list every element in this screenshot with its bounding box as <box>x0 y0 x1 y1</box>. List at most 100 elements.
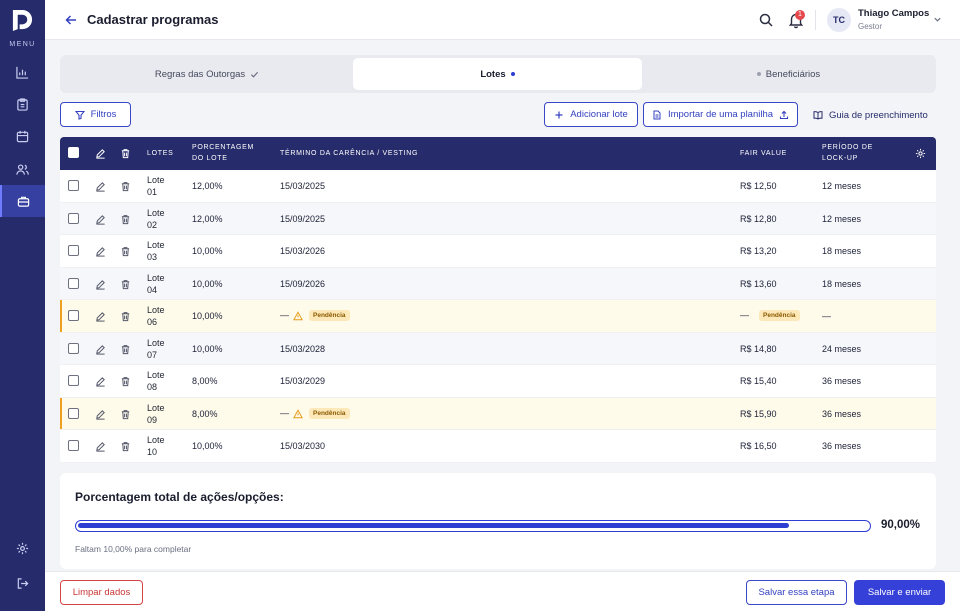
row-checkbox[interactable] <box>68 277 79 289</box>
briefcase-icon <box>17 196 30 207</box>
table-row[interactable]: Lote 03 10,00% 15/03/2026 R$ 13,20 18 meses <box>60 235 936 268</box>
save-and-send-button[interactable]: Salvar e enviar <box>854 580 945 605</box>
settings-icon <box>16 542 29 554</box>
column-header-fair-value: FAIR VALUE <box>740 150 787 157</box>
table-row[interactable]: Lote 07 10,00% 15/03/2028 R$ 14,80 24 meses <box>60 332 936 365</box>
trash-icon[interactable] <box>120 409 131 420</box>
edit-icon[interactable] <box>95 376 106 387</box>
vesting-empty: — <box>280 310 289 320</box>
row-checkbox[interactable] <box>68 407 79 419</box>
add-lot-button[interactable]: Adicionar lote <box>544 102 638 127</box>
trash-icon[interactable] <box>120 214 131 225</box>
filters-button[interactable]: Filtros <box>60 102 131 127</box>
trash-icon[interactable] <box>120 376 131 387</box>
lot-percentage: 12,00% <box>192 181 223 191</box>
table-row[interactable]: Lote 01 12,00% 15/03/2025 R$ 12,50 12 meses <box>60 170 936 203</box>
edit-icon[interactable] <box>95 279 106 290</box>
lockup-period: 36 meses <box>822 408 862 419</box>
lot-name: Lote 01 <box>147 175 165 197</box>
fair-value: R$ 15,40 <box>740 376 777 386</box>
nav-item-dashboard[interactable] <box>0 56 45 88</box>
avatar[interactable]: TC <box>827 8 851 32</box>
lockup-period: 36 meses <box>822 376 862 386</box>
total-percentage-title: Porcentagem total de ações/opções: <box>75 490 284 504</box>
bar-chart-icon <box>16 66 29 79</box>
clear-data-button[interactable]: Limpar dados <box>60 580 143 605</box>
filters-label: Filtros <box>90 109 117 120</box>
nav-item-calendar[interactable] <box>0 120 45 152</box>
edit-icon[interactable] <box>95 311 106 322</box>
fair-value-empty: — <box>740 310 749 320</box>
import-spreadsheet-button[interactable]: Importar de uma planilha <box>643 102 798 127</box>
column-header-lockup: PERÍODO DE LOCK-UP <box>822 144 873 162</box>
nav-item-portfolio[interactable] <box>0 185 45 217</box>
search-icon[interactable] <box>758 12 774 28</box>
lockup-period: — <box>822 311 831 321</box>
nav-item-programs[interactable] <box>0 88 45 120</box>
progress-value: 90,00% <box>881 519 921 531</box>
trash-icon[interactable] <box>120 246 131 257</box>
lockup-period: 36 meses <box>822 441 862 451</box>
row-checkbox[interactable] <box>68 180 79 191</box>
row-checkbox[interactable] <box>68 342 79 354</box>
row-checkbox[interactable] <box>68 310 79 321</box>
trash-icon[interactable] <box>120 279 131 290</box>
guide-link[interactable]: Guia de preenchimento <box>813 108 928 122</box>
row-checkbox[interactable] <box>68 440 79 451</box>
save-step-button[interactable]: Salvar essa etapa <box>746 580 847 605</box>
lockup-period: 12 meses <box>822 181 862 191</box>
table-row[interactable]: Lote 08 8,00% 15/03/2029 R$ 15,40 36 meses <box>60 365 936 398</box>
edit-icon[interactable] <box>95 441 106 452</box>
select-all-checkbox[interactable] <box>68 147 79 158</box>
row-checkbox[interactable] <box>68 245 79 256</box>
table-row[interactable]: Lote 04 10,00% 15/09/2026 R$ 13,60 18 meses <box>60 267 936 300</box>
tab-beneficiarios[interactable]: Beneficiários <box>644 58 933 90</box>
edit-icon[interactable] <box>95 246 106 257</box>
lot-name: Lote 03 <box>147 240 165 262</box>
lot-percentage: 10,00% <box>192 278 223 289</box>
table-row[interactable]: Lote 06 10,00% — Pendência — Pendência — <box>60 300 936 333</box>
tab-lotes[interactable]: Lotes <box>353 58 642 90</box>
row-checkbox[interactable] <box>68 212 79 224</box>
chevron-down-icon[interactable] <box>933 15 942 24</box>
edit-icon[interactable] <box>95 181 106 192</box>
total-percentage-card: Porcentagem total de ações/opções: 90,00… <box>60 473 936 569</box>
edit-icon[interactable] <box>95 344 106 355</box>
trash-icon[interactable] <box>120 311 131 322</box>
document-icon <box>653 110 661 119</box>
fair-value: R$ 15,90 <box>740 408 777 419</box>
page-title: Cadastrar programas <box>87 12 219 27</box>
nav-item-users[interactable] <box>0 153 45 185</box>
row-checkbox[interactable] <box>68 375 79 386</box>
sidebar: MENU <box>0 0 45 611</box>
nav-item-logout[interactable] <box>0 567 45 599</box>
table-row[interactable]: Lote 02 12,00% 15/09/2025 R$ 12,80 12 meses <box>60 202 936 235</box>
app-logo[interactable] <box>11 9 34 32</box>
header-divider <box>815 10 816 30</box>
top-header: Cadastrar programas 1 TC Thiago Campos G… <box>45 0 960 40</box>
lot-percentage: 10,00% <box>192 311 223 321</box>
edit-icon[interactable] <box>95 214 106 225</box>
logout-icon <box>17 577 29 589</box>
table-settings-icon[interactable] <box>915 148 926 159</box>
vesting-empty: — <box>280 407 289 418</box>
lot-name: Lote 08 <box>147 370 165 392</box>
trash-icon[interactable] <box>120 181 131 192</box>
back-arrow-icon[interactable] <box>63 12 79 28</box>
lot-percentage: 10,00% <box>192 246 223 256</box>
import-label: Importar de uma planilha <box>667 109 774 120</box>
vesting-date: 15/03/2028 <box>280 343 326 354</box>
warning-icon <box>293 311 303 321</box>
edit-icon[interactable] <box>95 148 106 159</box>
tab-regras-das-outorgas[interactable]: Regras das Outorgas <box>63 58 351 90</box>
trash-icon[interactable] <box>120 344 131 355</box>
lot-percentage: 10,00% <box>192 441 223 451</box>
table-row[interactable]: Lote 10 10,00% 15/03/2030 R$ 16,50 36 meses <box>60 430 936 463</box>
column-header-vesting: TÉRMINO DA CARÊNCIA / VESTING <box>280 150 419 157</box>
nav-item-settings[interactable] <box>0 532 45 564</box>
table-row[interactable]: Lote 09 8,00% — Pendência R$ 15,90 36 meses <box>60 397 936 430</box>
tab-label: Regras das Outorgas <box>154 68 246 80</box>
trash-icon[interactable] <box>120 441 131 452</box>
trash-icon[interactable] <box>120 148 131 159</box>
edit-icon[interactable] <box>95 409 106 420</box>
